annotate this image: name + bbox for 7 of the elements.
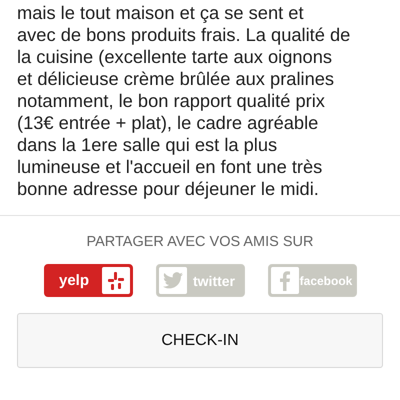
check-in-button[interactable]: CHECK-IN: [17, 313, 383, 368]
burst-icon: [108, 272, 124, 290]
review-text: mais le tout maison et ça se sent et avec de bons produits frais. La qualité de la cuisine (excellente tarte aux oignons et délicieuse crème brûlée aux pralines notamment, le bon rapport qualité prix (13€ entrée + plat), le cadre agréable dans la 1ere salle qui est la plus lumineuse et l'accueil en font une très bonne adresse pour déjeuner le midi.: [0, 0, 400, 216]
letter-f-icon: [280, 270, 290, 290]
bird-icon: [162, 272, 182, 289]
share-heading: PARTAGER AVEC VOS AMIS SUR: [86, 234, 314, 250]
share-button[interactable]: yelp: [44, 264, 132, 297]
